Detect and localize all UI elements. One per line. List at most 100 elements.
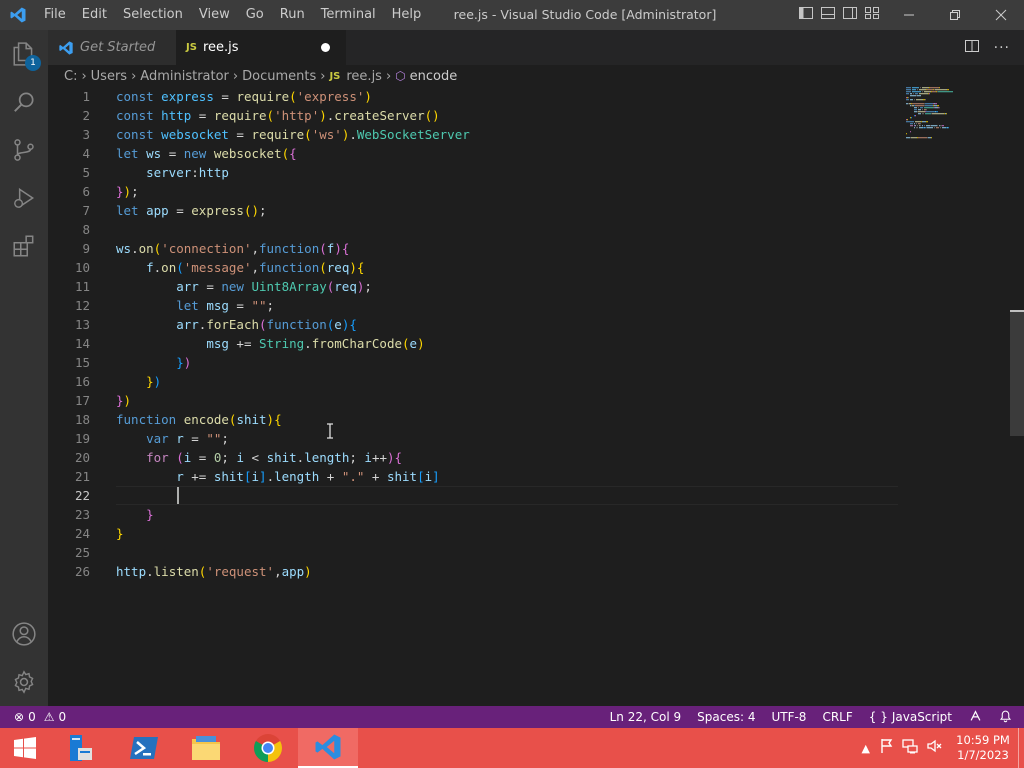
code-line[interactable]: 1 const express = require('express') xyxy=(48,87,898,106)
problems-indicator[interactable]: ⊗ 0 ⚠ 0 xyxy=(14,706,66,728)
menu-terminal[interactable]: Terminal xyxy=(313,0,384,30)
code-line[interactable]: 7 let app = express(); xyxy=(48,201,898,220)
show-desktop-button[interactable] xyxy=(1018,728,1024,768)
vertical-scrollbar[interactable] xyxy=(1010,310,1024,436)
clock[interactable]: 10:59 PM 1/7/2023 xyxy=(948,733,1018,763)
menu-file[interactable]: File xyxy=(36,0,74,30)
cursor-position[interactable]: Ln 22, Col 9 xyxy=(610,710,682,724)
line-number: 2 xyxy=(82,108,90,123)
code-line[interactable]: 2 const http = require('http').createServ… xyxy=(48,106,898,125)
extensions-icon[interactable] xyxy=(0,222,48,270)
code-line[interactable]: 15 }) xyxy=(48,353,898,372)
windows-taskbar: ▲ 10:59 PM 1/7/2023 xyxy=(0,728,1024,768)
breadcrumb-users[interactable]: Users xyxy=(91,69,127,84)
line-code: for (i = 0; i < shit.length; i++){ xyxy=(146,450,403,465)
tab-ree-js[interactable]: JS ree.js xyxy=(176,30,346,65)
accounts-icon[interactable] xyxy=(0,610,48,658)
line-code: http.listen('request',app) xyxy=(116,564,312,579)
code-line[interactable]: 23 } xyxy=(48,505,898,524)
code-line[interactable]: 12 let msg = ""; xyxy=(48,296,898,315)
vscode-taskbar-button[interactable] xyxy=(298,728,358,768)
show-hidden-icons-icon[interactable]: ▲ xyxy=(862,742,870,755)
code-line[interactable]: 17}) xyxy=(48,391,898,410)
minimap[interactable] xyxy=(906,87,1006,147)
more-actions-icon[interactable]: ··· xyxy=(994,40,1010,56)
menu-run[interactable]: Run xyxy=(272,0,313,30)
code-line[interactable]: 6}); xyxy=(48,182,898,201)
code-line[interactable]: 13 arr.forEach(function(e){ xyxy=(48,315,898,334)
end-of-line[interactable]: CRLF xyxy=(822,710,852,724)
restore-button[interactable] xyxy=(932,0,978,30)
warning-count: 0 xyxy=(58,710,67,724)
powershell-button[interactable] xyxy=(114,728,174,768)
indentation[interactable]: Spaces: 4 xyxy=(697,710,755,724)
run-debug-icon[interactable] xyxy=(0,174,48,222)
settings-gear-icon[interactable] xyxy=(0,658,48,706)
text-cursor xyxy=(177,487,179,504)
code-line[interactable]: 25 xyxy=(48,543,898,562)
line-code: } xyxy=(146,507,154,522)
close-button[interactable] xyxy=(978,0,1024,30)
source-control-icon[interactable] xyxy=(0,126,48,174)
code-line[interactable]: 3 const websocket = require('ws').WebSock… xyxy=(48,125,898,144)
language-label: JavaScript xyxy=(891,710,952,724)
menu-view[interactable]: View xyxy=(191,0,238,30)
code-line[interactable]: 9 ws.on('connection',function(f){ xyxy=(48,239,898,258)
menu-go[interactable]: Go xyxy=(238,0,272,30)
code-line[interactable]: 8 xyxy=(48,220,898,239)
breadcrumb-administrator[interactable]: Administrator xyxy=(140,69,229,84)
server-manager-button[interactable] xyxy=(50,728,110,768)
breadcrumb-file[interactable]: ree.js xyxy=(346,69,382,84)
code-line[interactable]: 5 server:http xyxy=(48,163,898,182)
line-code: let ws = new websocket({ xyxy=(116,146,297,161)
language-mode[interactable]: { } JavaScript xyxy=(869,710,952,724)
notifications-bell-icon[interactable] xyxy=(999,709,1012,726)
file-encoding[interactable]: UTF-8 xyxy=(771,710,806,724)
minimize-button[interactable] xyxy=(886,0,932,30)
line-number: 4 xyxy=(82,146,90,161)
code-line[interactable]: 21 r += shit[i].length + "." + shit[i] xyxy=(48,467,898,486)
warning-icon: ⚠ xyxy=(43,710,55,724)
toggle-panel-icon[interactable] xyxy=(820,5,836,25)
code-line[interactable]: 14 msg += String.fromCharCode(e) xyxy=(48,334,898,353)
powershell-icon xyxy=(130,737,158,759)
toggle-secondary-sidebar-icon[interactable] xyxy=(842,5,858,25)
network-icon[interactable] xyxy=(902,738,918,758)
code-editor[interactable]: 1 const express = require('express') 2 cons… xyxy=(48,87,1024,706)
status-right: Ln 22, Col 9 Spaces: 4 UTF-8 CRLF { } Jav… xyxy=(610,706,1012,728)
search-icon[interactable] xyxy=(0,78,48,126)
volume-muted-icon[interactable] xyxy=(926,738,942,758)
line-number: 23 xyxy=(74,507,90,522)
flag-icon[interactable] xyxy=(880,738,894,758)
start-button[interactable] xyxy=(0,728,50,768)
file-explorer-button[interactable] xyxy=(176,728,236,768)
code-line[interactable]: 22 xyxy=(48,486,898,505)
code-line[interactable]: 16 }) xyxy=(48,372,898,391)
breadcrumb-symbol[interactable]: encode xyxy=(410,69,458,84)
menu-selection[interactable]: Selection xyxy=(115,0,191,30)
feedback-icon[interactable] xyxy=(968,709,983,726)
code-line[interactable]: 19 var r = ""; xyxy=(48,429,898,448)
line-code: r += shit[i].length + "." + shit[i] xyxy=(176,469,440,484)
code-line[interactable]: 11 arr = new Uint8Array(req); xyxy=(48,277,898,296)
customize-layout-icon[interactable] xyxy=(864,5,880,25)
unsaved-dot-icon[interactable] xyxy=(321,43,330,52)
toggle-primary-sidebar-icon[interactable] xyxy=(798,5,814,25)
breadcrumb-documents[interactable]: Documents xyxy=(242,69,316,84)
split-editor-icon[interactable] xyxy=(964,38,980,58)
line-number: 21 xyxy=(74,469,90,484)
line-code: function encode(shit){ xyxy=(116,412,282,427)
chrome-button[interactable] xyxy=(238,728,298,768)
breadcrumb-drive[interactable]: C: xyxy=(64,69,77,84)
code-line[interactable]: 20 for (i = 0; i < shit.length; i++){ xyxy=(48,448,898,467)
tab-get-started[interactable]: Get Started xyxy=(48,30,176,65)
explorer-icon[interactable]: 1 xyxy=(0,30,48,78)
code-line[interactable]: 4 let ws = new websocket({ xyxy=(48,144,898,163)
code-line[interactable]: 24} xyxy=(48,524,898,543)
code-line[interactable]: 26 http.listen('request',app) xyxy=(48,562,898,581)
code-line[interactable]: 18 function encode(shit){ xyxy=(48,410,898,429)
line-number: 1 xyxy=(82,89,90,104)
menu-edit[interactable]: Edit xyxy=(74,0,115,30)
window-title: ree.js - Visual Studio Code [Administrat… xyxy=(453,7,717,22)
code-line[interactable]: 10 f.on('message',function(req){ xyxy=(48,258,898,277)
